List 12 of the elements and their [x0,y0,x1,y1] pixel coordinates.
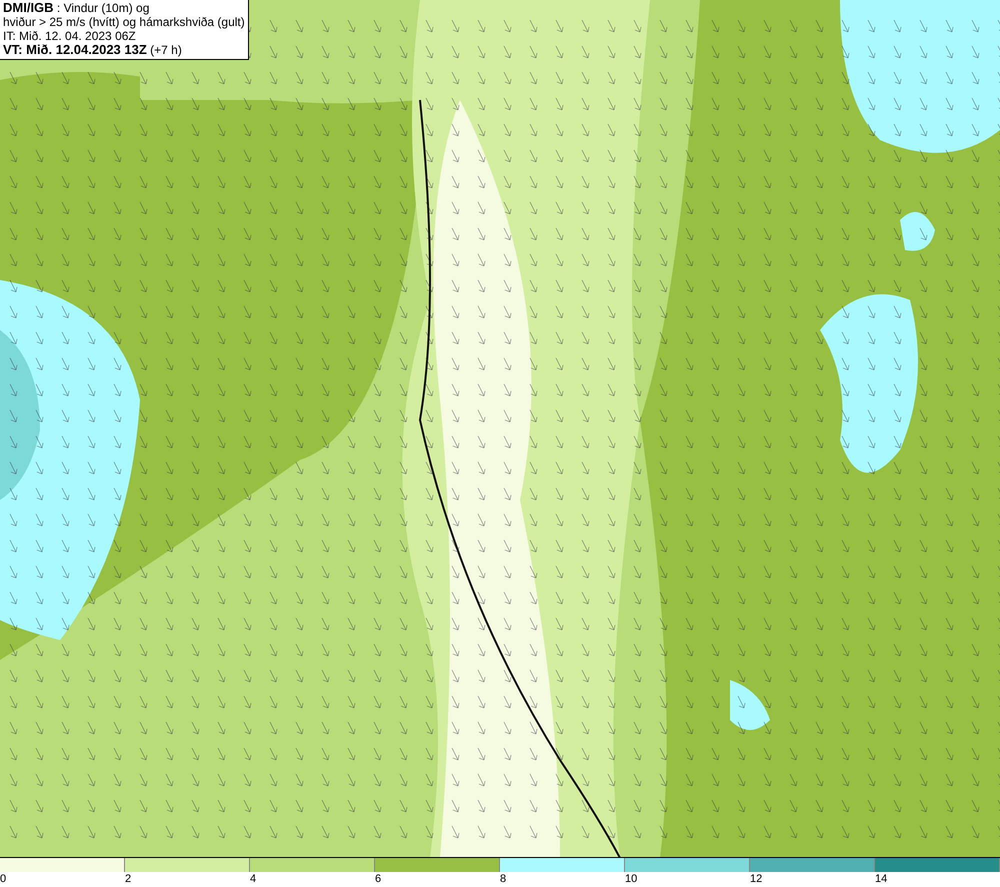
info-text: hviður > 25 m/s (hvítt) og hámarkshviða (gult) [3,15,245,29]
tick-label: 14 [875,873,888,885]
tick-label: 2 [125,873,132,885]
info-text: VT: Mið. 12.04.2023 13Z (+7 h) [3,43,183,57]
tick-label: 6 [375,873,382,885]
tick-label: 8 [500,873,506,885]
tick-label: 10 [625,873,638,885]
tick-label: 4 [250,873,256,885]
tick-label: 12 [750,873,762,885]
info-text: IT: Mið. 12. 04. 2023 06Z [3,29,137,43]
info-text: DMI/IGB : Vindur (10m) og [3,1,150,15]
tick-label: 0 [0,873,6,885]
